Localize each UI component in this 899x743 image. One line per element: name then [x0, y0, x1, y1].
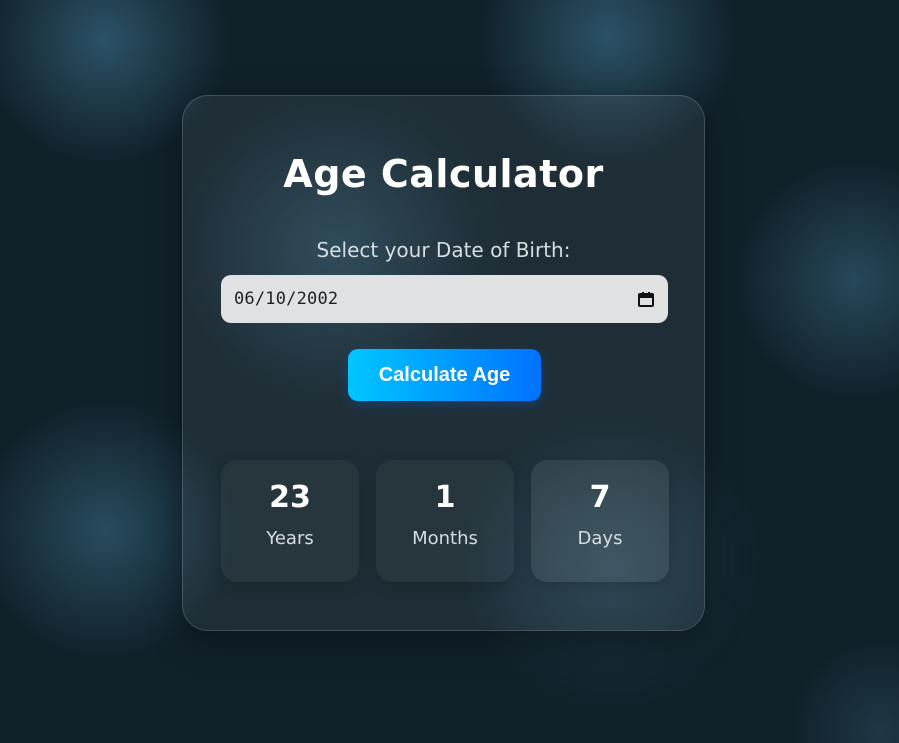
- age-calculator-card: Age Calculator Select your Date of Birth…: [182, 95, 705, 631]
- months-value: 1: [434, 480, 456, 515]
- page-title: Age Calculator: [283, 152, 604, 196]
- months-label: Months: [412, 528, 478, 549]
- days-label: Days: [577, 528, 623, 549]
- result-years-box: 23 Years: [221, 460, 359, 582]
- results-row: 23 Years 1 Months 7 Days: [221, 460, 669, 582]
- years-label: Years: [266, 528, 314, 549]
- result-months-box: 1 Months: [376, 460, 514, 582]
- calculate-age-button[interactable]: Calculate Age: [348, 349, 541, 401]
- days-value: 7: [589, 480, 611, 515]
- dob-date-value[interactable]: 06/10/2002: [234, 289, 338, 309]
- calendar-icon[interactable]: [638, 291, 654, 307]
- dob-date-input[interactable]: 06/10/2002: [221, 275, 668, 323]
- dob-label: Select your Date of Birth:: [316, 238, 571, 262]
- years-value: 23: [269, 480, 311, 515]
- result-days-box: 7 Days: [531, 460, 669, 582]
